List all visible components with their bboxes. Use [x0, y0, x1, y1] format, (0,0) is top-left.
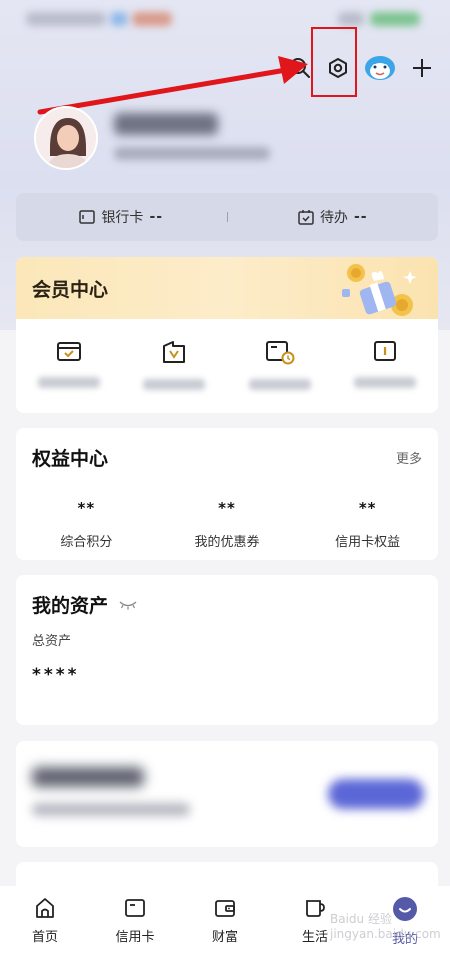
my-assets-card: 我的资产 总资产 ****	[16, 575, 438, 725]
member-entry-label-blurred	[354, 377, 417, 388]
member-center-title: 会员中心	[32, 278, 109, 301]
tab-label: 信用卡	[115, 930, 155, 945]
card-rights-item[interactable]: ** 信用卡权益	[297, 499, 438, 550]
profile-icon	[393, 897, 417, 921]
member-entry-label-blurred	[37, 377, 100, 388]
todo-label: 待办	[319, 210, 348, 226]
bank-card-value: --	[149, 209, 164, 225]
tab-credit-card[interactable]: 信用卡	[90, 896, 180, 945]
member-entries	[16, 319, 438, 390]
tab-home[interactable]: 首页	[0, 896, 90, 945]
rights-items: ** 综合积分 ** 我的优惠券 ** 信用卡权益	[16, 499, 438, 550]
coupons-label: 我的优惠券	[194, 535, 260, 550]
bank-card-entry[interactable]: 银行卡 --	[16, 207, 227, 227]
points-item[interactable]: ** 综合积分	[16, 499, 157, 550]
promo-card-blurred[interactable]	[16, 741, 438, 847]
tab-label: 生活	[301, 930, 328, 945]
gift-coins-icon	[342, 264, 417, 316]
wallet-icon	[215, 900, 235, 917]
user-subtitle-blurred	[114, 147, 270, 160]
coupons-item[interactable]: ** 我的优惠券	[157, 499, 298, 550]
bank-card-label: 银行卡	[101, 210, 144, 226]
add-icon[interactable]	[404, 50, 440, 86]
rights-more-link[interactable]: 更多	[396, 448, 422, 467]
todo-entry[interactable]: 待办 --	[228, 207, 439, 227]
member-center-header[interactable]: 会员中心	[16, 257, 438, 319]
username-blurred	[114, 113, 218, 135]
total-assets-label: 总资产	[32, 634, 72, 649]
bank-card-icon	[79, 210, 96, 224]
total-assets-value[interactable]: ****	[32, 665, 80, 685]
eye-closed-icon[interactable]	[118, 600, 138, 610]
tab-label: 首页	[31, 930, 58, 945]
book-icon	[374, 341, 397, 361]
member-entry[interactable]	[16, 339, 122, 390]
todo-icon	[298, 210, 314, 225]
member-entry-label-blurred	[248, 379, 311, 390]
card-clock-icon	[265, 341, 295, 365]
membership-box-icon	[56, 342, 81, 361]
cup-icon	[306, 900, 325, 917]
tab-life[interactable]: 生活	[270, 896, 360, 945]
member-entry[interactable]	[333, 339, 439, 390]
member-entry-label-blurred	[143, 379, 206, 390]
todo-value: --	[353, 209, 368, 225]
rights-center-card: 权益中心 更多 ** 综合积分 ** 我的优惠券 ** 信用卡权益	[16, 428, 438, 560]
settings-highlight-box	[311, 27, 357, 97]
rights-center-title: 权益中心	[32, 448, 109, 470]
points-label: 综合积分	[60, 535, 113, 550]
my-assets-title: 我的资产	[32, 595, 109, 617]
avatar[interactable]	[34, 106, 98, 170]
credit-card-icon	[125, 899, 145, 917]
assistant-mascot-icon[interactable]	[362, 50, 398, 86]
card-rights-label: 信用卡权益	[335, 535, 401, 550]
tab-label: 我的	[391, 932, 418, 947]
card-rights-value: **	[358, 499, 377, 517]
status-bar	[0, 0, 450, 40]
coupons-value: **	[218, 499, 236, 517]
tab-mine[interactable]: 我的	[360, 896, 450, 947]
member-entry[interactable]	[122, 339, 228, 390]
bottom-tab-bar: 首页 信用卡 财富 生活 我的	[0, 886, 450, 960]
vip-bag-icon	[163, 341, 186, 363]
member-center-card: 会员中心	[16, 257, 438, 413]
points-value: **	[77, 499, 96, 517]
home-icon	[36, 898, 54, 918]
member-entry[interactable]	[227, 339, 333, 390]
account-summary-bar: 银行卡 -- 待办 --	[16, 193, 438, 241]
tab-wealth[interactable]: 财富	[180, 896, 270, 945]
tab-label: 财富	[211, 930, 238, 945]
header-actions	[282, 48, 440, 88]
